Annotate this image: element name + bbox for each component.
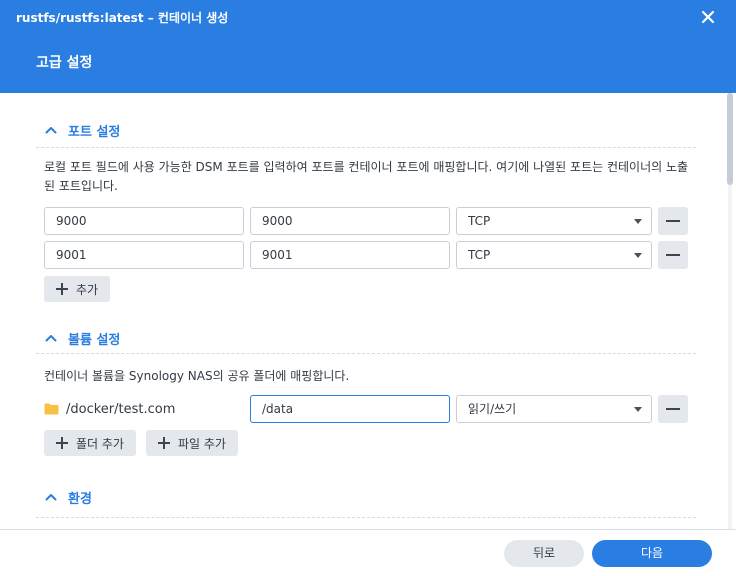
add-port-label: 추가 — [76, 282, 99, 297]
vertical-scrollbar[interactable] — [724, 93, 736, 529]
chevron-up-icon — [45, 335, 57, 342]
plus-icon — [56, 437, 68, 449]
section-header-volumes[interactable]: 볼륨 설정 — [44, 329, 121, 348]
protocol-select[interactable]: TCP — [456, 241, 652, 269]
section-divider — [36, 353, 696, 354]
ports-description: 로컬 포트 필드에 사용 가능한 DSM 포트를 입력하여 포트를 컨테이너 포… — [44, 160, 689, 193]
window-title: rustfs/rustfs:latest – 컨테이너 생성 — [16, 11, 229, 25]
caret-down-icon — [634, 407, 642, 412]
section-header-environment[interactable]: 환경 — [44, 488, 92, 507]
dialog-footer: 뒤로 다음 — [0, 529, 736, 576]
section-divider — [36, 147, 696, 148]
remove-port-button[interactable] — [658, 241, 688, 269]
protocol-select[interactable]: TCP — [456, 207, 652, 235]
caret-down-icon — [634, 219, 642, 224]
local-port-input[interactable]: 9001 — [44, 241, 244, 269]
container-port-input[interactable]: 9001 — [250, 241, 450, 269]
add-file-button[interactable]: 파일 추가 — [146, 430, 238, 456]
chevron-up-icon — [45, 494, 57, 501]
minus-icon — [666, 254, 680, 256]
plus-icon — [158, 437, 170, 449]
remove-volume-button[interactable] — [658, 395, 688, 423]
scrollbar-thumb[interactable] — [727, 93, 733, 185]
volume-host-path: /docker/test.com — [44, 398, 175, 420]
protocol-value: TCP — [468, 248, 491, 262]
next-button[interactable]: 다음 — [592, 540, 712, 567]
back-button[interactable]: 뒤로 — [504, 540, 584, 567]
caret-down-icon — [634, 253, 642, 258]
container-port-input[interactable]: 9000 — [250, 207, 450, 235]
close-icon[interactable] — [700, 9, 716, 25]
minus-icon — [666, 220, 680, 222]
volumes-description: 컨테이너 볼륨을 Synology NAS의 공유 폴더에 매핑합니다. — [44, 369, 350, 383]
section-title-volumes: 볼륨 설정 — [68, 332, 121, 348]
mount-path-input[interactable]: /data — [250, 395, 450, 423]
minus-icon — [666, 408, 680, 410]
permission-value: 읽기/쓰기 — [468, 402, 517, 416]
add-folder-button[interactable]: 폴더 추가 — [44, 430, 136, 456]
folder-icon — [44, 403, 59, 415]
permission-select[interactable]: 읽기/쓰기 — [456, 395, 652, 423]
dialog-header: rustfs/rustfs:latest – 컨테이너 생성 고급 설정 — [0, 0, 736, 93]
plus-icon — [56, 283, 68, 295]
add-file-label: 파일 추가 — [178, 436, 226, 451]
section-title-ports: 포트 설정 — [68, 124, 121, 140]
section-title-environment: 환경 — [68, 491, 92, 507]
local-port-input[interactable]: 9000 — [44, 207, 244, 235]
section-divider — [36, 517, 696, 518]
page-title: 고급 설정 — [36, 55, 93, 71]
section-header-ports[interactable]: 포트 설정 — [44, 121, 121, 140]
host-path-text: /docker/test.com — [66, 401, 176, 417]
remove-port-button[interactable] — [658, 207, 688, 235]
chevron-up-icon — [45, 127, 57, 134]
add-folder-label: 폴더 추가 — [76, 436, 124, 451]
add-port-button[interactable]: 추가 — [44, 276, 111, 302]
protocol-value: TCP — [468, 214, 491, 228]
